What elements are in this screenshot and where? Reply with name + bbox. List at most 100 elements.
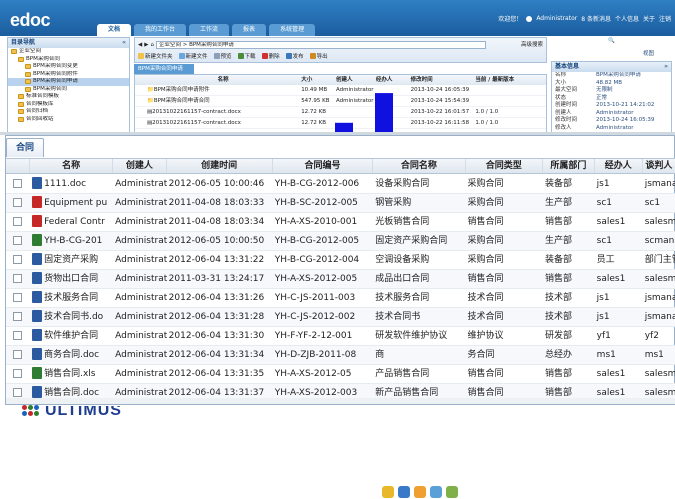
delete-button[interactable]: 删除 [261,52,280,60]
tab-documents[interactable]: 文档 [97,24,132,36]
col-handler[interactable]: 经办人 [595,159,643,173]
advanced-search-link[interactable]: 高级搜索 [521,40,543,48]
table-row[interactable]: YH-B-CG-201 Administrator2012-06-05 10:00… [6,232,675,251]
logout-link[interactable]: 注销 [659,14,671,23]
table-row[interactable]: Federal Contr Administrator2011-04-08 18:… [6,213,675,232]
col-name[interactable]: 名称 [145,75,299,85]
tree-node[interactable]: 合同归档 [8,108,129,116]
smile-icon[interactable] [382,486,394,498]
col-creator[interactable]: 创建人 [334,75,374,85]
col-department[interactable]: 所属部门 [543,159,595,173]
download-button[interactable]: 下载 [237,52,256,60]
mail-icon[interactable] [446,486,458,498]
contract-name[interactable]: 销售合同.xls [30,365,113,383]
tab-system-admin[interactable]: 系统管理 [269,24,316,36]
contract-department: 技术部 [544,293,572,303]
contract-name[interactable]: 商务合同.doc [30,346,113,364]
file-panel-tab[interactable]: BPM采购合同申请 [134,64,194,74]
new-folder-button[interactable]: 新建文件夹 [138,52,173,60]
row-checkbox[interactable] [13,236,22,245]
table-row[interactable]: 商务合同.doc Administrator2012-06-04 13:31:34… [6,346,675,365]
table-row[interactable]: 1111.doc Administrator2012-06-05 10:00:46… [6,175,675,194]
contract-name[interactable]: 软件维护合同 [30,327,113,345]
col-creator[interactable]: 创建人 [113,159,167,173]
contract-check [6,327,30,345]
tree-node-selected[interactable]: BPM采购合同申请 [8,78,129,86]
contract-handler: js1 [596,312,610,322]
row-checkbox[interactable] [13,312,22,321]
horizontal-scrollbar[interactable] [6,398,675,404]
col-created-time[interactable]: 创建时间 [167,159,273,173]
table-row[interactable]: 软件维护合同 Administrator2012-06-04 13:31:30 YH… [6,327,675,346]
contract-name[interactable]: YH-B-CG-201 [30,232,113,250]
table-row[interactable]: 货物出口合同 Administrator2011-03-31 13:24:17 YH… [6,270,675,289]
tree-node[interactable]: 企业空间 [8,48,129,56]
col-contract-type[interactable]: 合同类型 [466,159,544,173]
row-checkbox[interactable] [13,369,22,378]
tree-node[interactable]: BPM采购合同附件 [8,71,129,79]
contract-name[interactable]: 货物出口合同 [30,270,113,288]
profile-link[interactable]: 个人信息 [615,14,639,23]
publish-button[interactable]: 发布 [285,52,304,60]
new-file-button[interactable]: 新建文件 [178,52,208,60]
table-row[interactable]: 技术服务合同 Administrator2012-06-04 13:31:26 YH… [6,289,675,308]
contract-created-time: 2012-06-05 10:00:46 [168,179,265,189]
col-handler[interactable]: 经办人 [374,75,409,85]
messages-link[interactable]: 8 条新消息 [581,14,611,23]
col-modified[interactable]: 修改时间 [409,75,474,85]
table-row[interactable]: 销售合同.xls Administrator2012-06-04 13:31:35… [6,365,675,384]
col-version[interactable]: 当前 / 最新版本 [473,75,546,85]
home-icon[interactable]: ⌂ [150,42,154,48]
collapse-icon[interactable]: « [122,38,126,48]
tab-reports[interactable]: 报表 [232,24,267,36]
contract-name[interactable]: 1111.doc [30,175,113,193]
advanced-search-icon[interactable]: 🔍 [608,38,615,44]
tree-node[interactable]: BPM采购合同变更 [8,63,129,71]
table-row[interactable]: 技术合同书.do Administrator2012-06-04 13:31:28… [6,308,675,327]
row-checkbox[interactable] [13,350,22,359]
path-field[interactable]: 企业空间 > BPM采购合同申请 [155,40,486,49]
tab-workbench[interactable]: 我的工作台 [134,24,187,36]
contract-name[interactable]: 固定资产采购 [30,251,113,269]
row-checkbox[interactable] [13,274,22,283]
row-checkbox[interactable] [13,255,22,264]
tab-contracts[interactable]: 合同 [6,138,45,157]
col-size[interactable]: 大小 [299,75,334,85]
contract-negotiator: sc1 [644,198,661,208]
contract-name[interactable]: 技术服务合同 [30,289,113,307]
tree-node[interactable]: 合同模板库 [8,101,129,109]
about-link[interactable]: 关于 [643,14,655,23]
tree-node-label: 标准合同模板 [26,93,60,99]
tree-node[interactable]: BPM采购合同 [8,56,129,64]
file-name: ▤20131022161157-contract.docx [145,107,299,117]
tree-node[interactable]: 标准合同模板 [8,93,129,101]
user-name[interactable]: Administrator [536,15,577,22]
col-name[interactable]: 名称 [30,159,114,173]
row-checkbox[interactable] [13,388,22,397]
search-icon[interactable] [430,486,442,498]
tree-node[interactable]: 合同回收站 [8,116,129,124]
back-icon[interactable]: ◀ [138,42,142,48]
contract-name[interactable]: 技术合同书.do [30,308,113,326]
col-contract-no[interactable]: 合同编号 [273,159,374,173]
row-checkbox[interactable] [13,198,22,207]
face-icon[interactable] [414,486,426,498]
forward-icon[interactable]: ▶ [144,42,148,48]
col-contract-name[interactable]: 合同名称 [373,159,466,173]
col-negotiator[interactable]: 谈判人 [643,159,675,173]
save-icon[interactable] [398,486,410,498]
view-button[interactable]: 视图 [643,49,654,57]
table-row[interactable]: Equipment pu Administrator2011-04-08 18:0… [6,194,675,213]
preview-button[interactable]: 预览 [213,52,232,60]
table-row[interactable]: 固定资产采购 Administrator2012-06-04 13:31:22 YH… [6,251,675,270]
row-checkbox[interactable] [13,179,22,188]
export-button[interactable]: 导出 [309,52,328,60]
contract-name[interactable]: Equipment pu [30,194,113,212]
tab-workflow[interactable]: 工作流 [189,24,230,36]
collapse-icon[interactable]: » [664,62,668,72]
tree-node[interactable]: BPM采购合同 [8,86,129,94]
row-checkbox[interactable] [13,293,22,302]
contract-name[interactable]: Federal Contr [30,213,113,231]
row-checkbox[interactable] [13,217,22,226]
row-checkbox[interactable] [13,331,22,340]
